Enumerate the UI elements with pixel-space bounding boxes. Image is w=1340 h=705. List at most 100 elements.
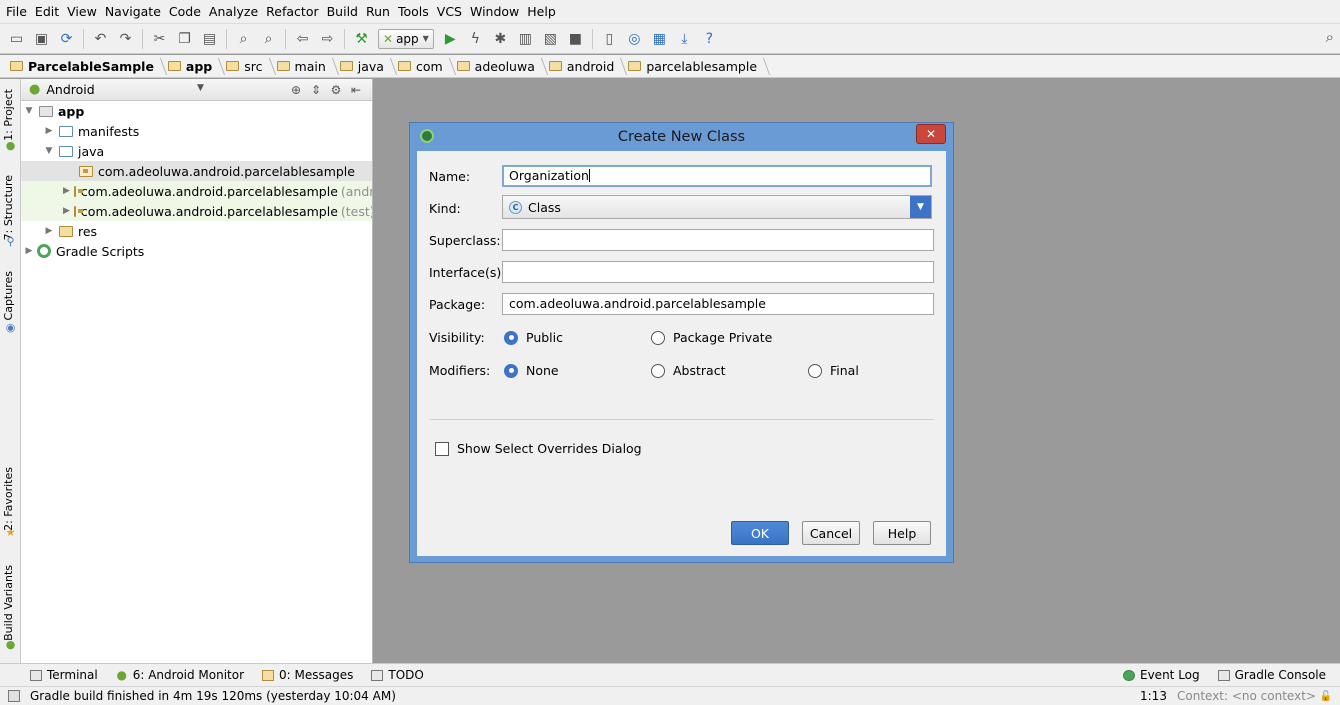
save-all-icon[interactable]: ▣ — [31, 28, 53, 50]
breadcrumb-item[interactable]: app — [164, 55, 222, 78]
menu-help[interactable]: Help — [525, 0, 562, 24]
breadcrumb-item[interactable]: main — [273, 55, 336, 78]
tree-node-manifests[interactable]: ▶ manifests — [21, 121, 372, 141]
tool-windows-toggle-icon[interactable] — [8, 690, 20, 702]
menu-window[interactable]: Window — [468, 0, 525, 24]
menu-file[interactable]: File — [4, 0, 33, 24]
make-project-icon[interactable]: ⚒ — [351, 28, 373, 50]
cancel-button[interactable]: Cancel — [802, 521, 860, 545]
kind-select[interactable]: C Class ▼ — [502, 195, 932, 219]
modifier-abstract-radio[interactable]: Abstract — [651, 363, 725, 378]
copy-icon[interactable]: ❐ — [174, 28, 196, 50]
device-manager-icon[interactable]: ▯ — [598, 28, 620, 50]
breadcrumb-item[interactable]: com — [394, 55, 453, 78]
help-button[interactable]: Help — [873, 521, 931, 545]
superclass-input[interactable] — [502, 229, 934, 251]
collapsed-arrow-icon[interactable]: ▶ — [63, 206, 70, 216]
apply-changes-icon[interactable]: ϟ — [464, 28, 486, 50]
stop-icon[interactable]: ■ — [564, 28, 586, 50]
sdk-manager-icon[interactable]: ⤓ — [673, 28, 695, 50]
menu-vcs[interactable]: VCS — [435, 0, 468, 24]
visibility-package-private-radio[interactable]: Package Private — [651, 330, 772, 345]
show-overrides-checkbox[interactable]: Show Select Overrides Dialog — [435, 441, 642, 456]
tree-node-gradle-scripts[interactable]: ▶ Gradle Scripts — [21, 241, 372, 261]
tab-messages[interactable]: 0: Messages — [262, 668, 361, 682]
menu-code[interactable]: Code — [167, 0, 207, 24]
expanded-arrow-icon[interactable]: ▼ — [43, 146, 55, 156]
open-folder-icon[interactable]: ▭ — [6, 28, 28, 50]
tab-todo[interactable]: TODO — [371, 668, 431, 682]
tab-build-variants[interactable]: Build Variants — [2, 565, 15, 641]
tree-node-package-test[interactable]: ▶ com.adeoluwa.android.parcelablesample … — [21, 201, 372, 221]
collapsed-arrow-icon[interactable]: ▶ — [63, 186, 70, 196]
find-icon[interactable]: ⌕ — [233, 28, 255, 50]
caret-position[interactable]: 1:13 — [1140, 689, 1167, 703]
menu-refactor[interactable]: Refactor — [264, 0, 324, 24]
tab-android-monitor[interactable]: ● 6: Android Monitor — [116, 668, 252, 682]
paste-icon[interactable]: ▤ — [199, 28, 221, 50]
ok-button[interactable]: OK — [731, 521, 789, 545]
breadcrumb-item[interactable]: parcelablesample — [624, 55, 767, 78]
tab-event-log[interactable]: Event Log — [1123, 668, 1208, 682]
sync-icon[interactable]: ⟳ — [56, 28, 78, 50]
breadcrumb-item[interactable]: java — [336, 55, 394, 78]
run-icon[interactable]: ▶ — [439, 28, 461, 50]
cut-icon[interactable]: ✂ — [149, 28, 171, 50]
back-icon[interactable]: ⇦ — [292, 28, 314, 50]
locate-icon[interactable]: ⊕ — [286, 81, 306, 99]
package-input[interactable]: com.adeoluwa.android.parcelablesample — [502, 293, 934, 315]
help-icon[interactable]: ? — [698, 28, 720, 50]
replace-icon[interactable]: ⌕ — [258, 28, 280, 50]
dialog-title-bar[interactable]: Create New Class — [410, 123, 953, 151]
gradle-sync-icon[interactable]: ◎ — [623, 28, 645, 50]
menu-analyze[interactable]: Analyze — [207, 0, 264, 24]
tree-node-package-main[interactable]: com.adeoluwa.android.parcelablesample — [21, 161, 372, 181]
collapse-all-icon[interactable]: ⇕ — [306, 81, 326, 99]
chevron-down-icon: ▼ — [197, 83, 204, 93]
chevron-down-icon[interactable]: ▼ — [910, 196, 931, 218]
tree-node-res[interactable]: ▶ res — [21, 221, 372, 241]
menu-edit[interactable]: Edit — [33, 0, 65, 24]
hide-panel-icon[interactable]: ⇤ — [346, 81, 366, 99]
breadcrumb-item[interactable]: android — [545, 55, 624, 78]
project-view-selector[interactable]: ● Android ▼ ⊕ ⇕ ⚙ ⇤ — [21, 79, 372, 101]
collapsed-arrow-icon[interactable]: ▶ — [23, 246, 35, 256]
close-button[interactable]: ✕ — [916, 124, 946, 144]
tree-node-java[interactable]: ▼ java — [21, 141, 372, 161]
visibility-public-radio[interactable]: Public — [504, 330, 563, 345]
expanded-arrow-icon[interactable]: ▼ — [23, 106, 35, 116]
breadcrumb-item[interactable]: src — [222, 55, 272, 78]
collapsed-arrow-icon[interactable]: ▶ — [43, 126, 55, 136]
modifier-none-radio[interactable]: None — [504, 363, 559, 378]
menu-build[interactable]: Build — [325, 0, 364, 24]
forward-icon[interactable]: ⇨ — [317, 28, 339, 50]
search-everywhere-icon[interactable]: ⌕ — [1326, 28, 1334, 46]
menu-tools[interactable]: Tools — [396, 0, 435, 24]
interfaces-input[interactable] — [502, 261, 934, 283]
menu-run[interactable]: Run — [364, 0, 396, 24]
redo-icon[interactable]: ↷ — [115, 28, 137, 50]
gear-icon[interactable]: ⚙ — [326, 81, 346, 99]
undo-icon[interactable]: ↶ — [90, 28, 112, 50]
tab-structure[interactable]: 7: Structure — [2, 175, 15, 240]
attach-debugger-icon[interactable]: ▧ — [539, 28, 561, 50]
project-structure-icon[interactable]: ▦ — [648, 28, 670, 50]
tab-captures[interactable]: Captures — [2, 271, 15, 320]
run-configuration-select[interactable]: ✕ app ▼ — [378, 28, 434, 49]
breadcrumb-item[interactable]: ParcelableSample — [6, 55, 164, 78]
profile-icon[interactable]: ▥ — [514, 28, 536, 50]
tab-gradle-console[interactable]: Gradle Console — [1217, 668, 1334, 682]
menu-view[interactable]: View — [65, 0, 103, 24]
tab-favorites[interactable]: 2: Favorites — [2, 467, 15, 531]
debug-icon[interactable]: ✱ — [489, 28, 511, 50]
tree-node-package-android-test[interactable]: ▶ com.adeoluwa.android.parcelablesample … — [21, 181, 372, 201]
breadcrumb-item[interactable]: adeoluwa — [453, 55, 545, 78]
lock-icon[interactable]: 🔓 — [1320, 691, 1332, 702]
tree-node-app[interactable]: ▼ app — [21, 101, 372, 121]
menu-navigate[interactable]: Navigate — [103, 0, 167, 24]
tab-project[interactable]: 1: Project — [2, 89, 15, 141]
collapsed-arrow-icon[interactable]: ▶ — [43, 226, 55, 236]
modifier-final-radio[interactable]: Final — [808, 363, 859, 378]
tab-terminal[interactable]: Terminal — [30, 668, 106, 682]
name-input[interactable]: Organization — [502, 165, 932, 187]
